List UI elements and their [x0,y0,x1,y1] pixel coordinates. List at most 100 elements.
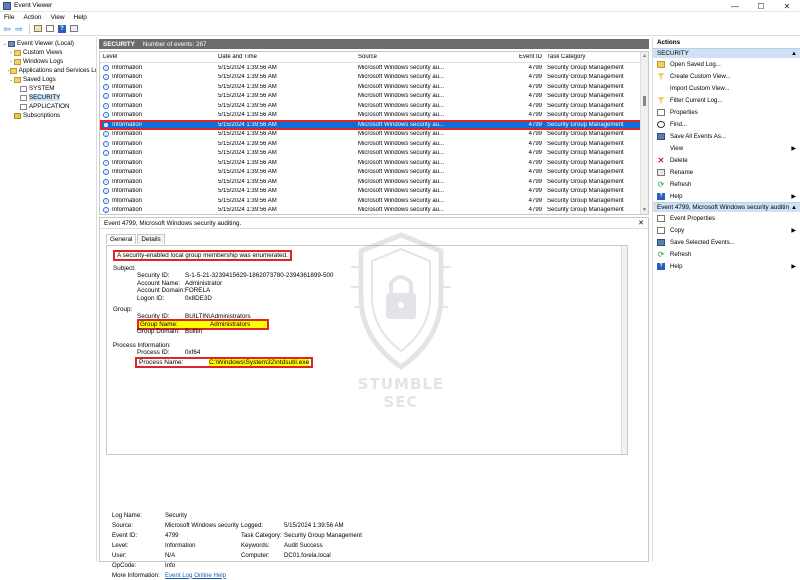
collapse-icon[interactable]: ▲ [791,205,797,211]
show-action-pane-button[interactable] [69,24,79,34]
tree-item-event-viewer-local[interactable]: ⌄ Event Viewer (Local) [0,39,96,48]
tree-item-windows-logs[interactable]: › Windows Logs [0,57,96,66]
collapse-icon[interactable]: ▲ [791,51,797,57]
tree-item-custom-views[interactable]: › Custom Views [0,48,96,57]
scroll-up-icon[interactable]: ▲ [642,53,647,59]
actions-section-event[interactable]: Event 4799, Microsoft Windows security a… [653,202,800,212]
tree-item-label: Subscriptions [23,112,61,119]
action-refresh[interactable]: ⟳ Refresh [653,248,800,260]
field-value: 0xf64 [185,348,201,356]
tree-item-label: Event Viewer (Local) [17,40,74,47]
events-table: Level Date and Time Source Event ID Task… [99,51,649,215]
scroll-thumb[interactable] [643,96,646,106]
tree-item-security[interactable]: SECURITY [0,93,96,102]
level-text: Information [112,64,143,71]
back-button[interactable]: ⇦ [2,24,12,34]
center-pane: SECURITY Number of events: 267 Level Dat… [99,37,649,579]
tree-item-application[interactable]: APPLICATION [0,102,96,111]
table-row[interactable]: i Information 5/15/2024 1:39:56 AM Microsof… [100,158,648,168]
general-scrollbar[interactable] [621,246,627,454]
close-detail-icon[interactable]: ✕ [638,219,644,227]
table-row[interactable]: i Information 5/15/2024 1:39:56 AM Microsof… [100,111,648,121]
cell-task-category: Security Group Management [547,169,624,176]
table-row[interactable]: i Information 5/15/2024 1:39:56 AM Microsof… [100,206,648,215]
information-icon: i [103,169,109,176]
meta-row: More Information: Event Log Online Help [112,570,612,580]
help-icon: ? [58,24,66,33]
table-row[interactable]: i Information 5/15/2024 1:39:56 AM Microsof… [100,168,648,178]
minimize-button[interactable]: — [722,0,748,12]
table-row[interactable]: i Information 5/15/2024 1:39:56 AM Microsof… [100,73,648,83]
column-event-id[interactable]: Event ID [515,54,544,60]
action-filter-current-log[interactable]: Filter Current Log... [653,94,800,106]
cell-event-id: 4799 [528,178,542,185]
column-task-category[interactable]: Task Category [544,54,640,60]
table-row[interactable]: i Information 5/15/2024 1:39:56 AM Microsof… [100,92,648,102]
submenu-arrow-icon: ▶ [791,145,796,152]
tree-item-system[interactable]: SYSTEM [0,84,96,93]
table-row[interactable]: i Information 5/15/2024 1:39:56 AM Microsof… [100,187,648,197]
tree-item-label: SECURITY [29,94,61,101]
actions-section-security[interactable]: SECURITY ▲ [653,48,800,58]
table-row[interactable]: i Information 5/15/2024 1:39:56 AM Microsof… [100,139,648,149]
information-icon: i [103,131,109,138]
menu-view[interactable]: View [51,14,65,21]
action-properties[interactable]: Properties [653,106,800,118]
up-folder-button[interactable] [33,24,43,34]
action-copy[interactable]: Copy ▶ [653,224,800,236]
action-view[interactable]: View ▶ [653,142,800,154]
action-event-properties[interactable]: Event Properties [653,212,800,224]
information-icon: i [103,150,109,157]
cell-event-id: 4799 [528,64,542,71]
table-row[interactable]: i Information 5/15/2024 1:39:56 AM Microsof… [100,196,648,206]
level-text: Information [112,131,143,138]
table-row[interactable]: i Information 5/15/2024 1:39:56 AM Microsof… [100,149,648,159]
action-open-saved-log[interactable]: Open Saved Log... [653,58,800,70]
action-find[interactable]: Find... [653,118,800,130]
menu-help[interactable]: Help [74,14,87,21]
action-create-custom-view[interactable]: Create Custom View... [653,70,800,82]
action-save-selected-events[interactable]: Save Selected Events... [653,236,800,248]
tree-item-subscriptions[interactable]: Subscriptions [0,111,96,120]
information-icon: i [103,188,109,195]
action-import-custom-view[interactable]: Import Custom View... [653,82,800,94]
submenu-arrow-icon: ▶ [791,193,796,200]
help-button[interactable]: ? [57,24,67,34]
meta-key: Logged: [241,521,264,529]
table-row[interactable]: i Information 5/15/2024 1:39:56 AM Microsof… [100,130,648,140]
event-log-online-help-link[interactable]: Event Log Online Help [165,572,226,579]
menu-action[interactable]: Action [23,14,41,21]
close-button[interactable]: ✕ [774,0,800,12]
maximize-button[interactable]: ☐ [748,0,774,12]
tree-item-applications-and-services-lo[interactable]: ›Applications and Services Lo [0,66,96,75]
table-row[interactable]: i Information 5/15/2024 1:39:56 AM Microsof… [100,101,648,111]
log-icon [20,103,27,110]
action-label: Open Saved Log... [670,60,721,68]
menu-file[interactable]: File [4,14,14,21]
action-delete[interactable]: ✕ Delete [653,154,800,166]
action-help[interactable]: ? Help ▶ [653,260,800,272]
tab-details[interactable]: Details [137,234,165,244]
table-row[interactable]: i Information 5/15/2024 1:39:56 AM Microsof… [100,177,648,187]
scroll-down-icon[interactable]: ▼ [642,207,647,213]
action-save-all-events-as[interactable]: Save All Events As... [653,130,800,142]
table-row[interactable]: i Information 5/15/2024 1:39:56 AM Microsof… [100,63,648,73]
meta-key: Event ID: [112,531,138,539]
table-row[interactable]: i Information 5/15/2024 1:39:56 AM Microsof… [100,82,648,92]
window-title: Event Viewer [14,2,53,9]
cell-task-category: Security Group Management [547,197,624,204]
forward-button[interactable]: ⇨ [14,24,24,34]
tab-general[interactable]: General [106,234,137,244]
column-source[interactable]: Source [355,54,515,60]
action-label: Rename [670,168,694,176]
show-hide-tree-button[interactable] [45,24,55,34]
action-help[interactable]: ? Help ▶ [653,190,800,202]
column-date-time[interactable]: Date and Time [215,54,355,60]
action-rename[interactable]: Rename [653,166,800,178]
column-level[interactable]: Level [100,54,215,60]
events-scrollbar[interactable]: ▲ ▼ [640,52,648,214]
tree-item-saved-logs[interactable]: ⌄ Saved Logs [0,75,96,84]
action-refresh[interactable]: ⟳ Refresh [653,178,800,190]
field-key: Account Domain: [137,287,185,295]
table-row-selected[interactable]: i Information 5/15/2024 1:39:56 AM Microsof… [100,120,648,130]
